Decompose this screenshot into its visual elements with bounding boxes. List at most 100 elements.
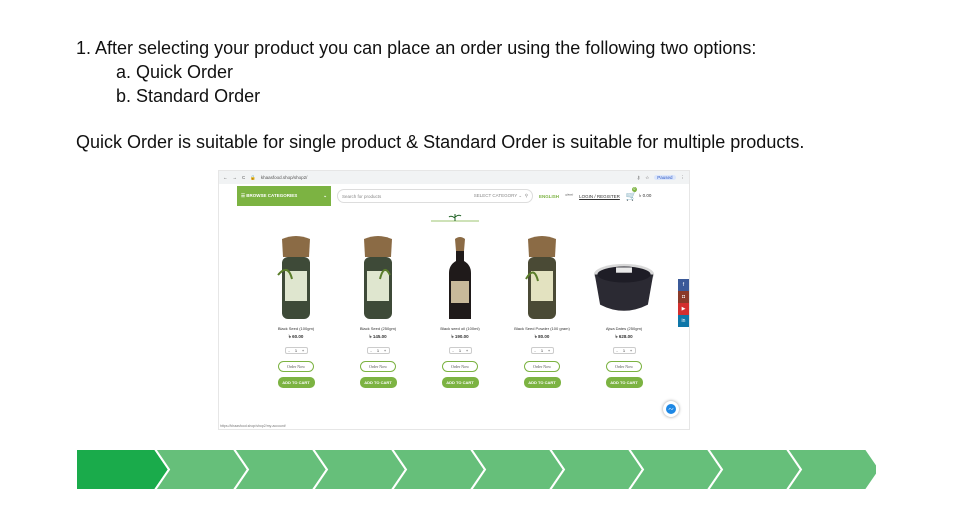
minus-icon[interactable]: -: [532, 348, 539, 353]
quantity-stepper[interactable]: -1 +: [530, 347, 554, 354]
plus-icon[interactable]: +: [628, 348, 635, 353]
select-category[interactable]: SELECT CATEGORY: [474, 193, 517, 198]
cart-count: 0: [631, 186, 637, 192]
option-quick-order: a. Quick Order: [116, 62, 234, 82]
search-placeholder: Search for products: [342, 193, 382, 199]
product-grid: Black Seed (100gm) ৳ 60.00 -1 + Order Now…: [265, 233, 655, 388]
quantity-value[interactable]: 1: [457, 348, 464, 353]
order-now-button[interactable]: Order Now: [442, 361, 478, 372]
order-now-button[interactable]: Order Now: [360, 361, 396, 372]
order-now-button[interactable]: Order Now: [524, 361, 560, 372]
add-to-cart-button[interactable]: ADD TO CART: [523, 377, 561, 388]
product-price: ৳ 60.00: [288, 334, 304, 339]
product-name[interactable]: Black Seed Powder (100 gram): [514, 326, 570, 331]
site-navbar: ☰ BROWSE CATEGORIES ⌄ Search for product…: [219, 186, 689, 206]
browse-label: BROWSE CATEGORIES: [246, 193, 298, 198]
dates-box-image[interactable]: [593, 233, 655, 321]
plus-icon[interactable]: +: [464, 348, 471, 353]
paused-badge[interactable]: Paused: [654, 175, 676, 180]
quantity-value[interactable]: 1: [375, 348, 382, 353]
back-icon[interactable]: ←: [223, 175, 228, 180]
lang-bangla[interactable]: বাংলা: [565, 193, 573, 199]
order-note: Quick Order is suitable for single produ…: [76, 132, 805, 152]
instruction-block: 1. After selecting your product you can …: [76, 36, 756, 108]
minus-icon[interactable]: -: [286, 348, 293, 353]
product-price: ৳ 190.00: [451, 334, 469, 339]
quantity-stepper[interactable]: -1 +: [612, 347, 636, 354]
website-screenshot: ← → C 🔒 khaasfood.shop/shop2/ ⚷ ☆ Paused…: [218, 170, 690, 430]
login-register-link[interactable]: LOGIN / REGISTER: [579, 194, 620, 199]
browse-categories-button[interactable]: ☰ BROWSE CATEGORIES ⌄: [237, 186, 331, 206]
forward-icon[interactable]: →: [233, 175, 238, 180]
star-icon[interactable]: ☆: [645, 175, 649, 181]
jar-image[interactable]: [511, 233, 573, 321]
cart-icon: 🛒: [625, 190, 638, 201]
product-card: Black seed oil (100ml) ৳ 190.00 -1 + Orde…: [429, 233, 491, 388]
progress-step: [232, 449, 329, 490]
progress-step: [469, 449, 566, 490]
product-name[interactable]: Black seed oil (100ml): [440, 326, 479, 331]
quantity-value[interactable]: 1: [539, 348, 546, 353]
quantity-stepper[interactable]: -1 +: [448, 347, 472, 354]
minus-icon[interactable]: -: [450, 348, 457, 353]
minus-icon[interactable]: -: [368, 348, 375, 353]
product-card: Ajwa Dates (250gm) ৳ 628.00 -1 + Order No…: [593, 233, 655, 388]
instagram-icon[interactable]: ◘: [678, 291, 689, 303]
facebook-icon[interactable]: f: [678, 279, 689, 291]
add-to-cart-button[interactable]: ADD TO CART: [277, 377, 315, 388]
status-bar-url: https://khaasfood.shop/shop2/my-account/: [220, 424, 286, 428]
progress-arrows: [76, 449, 876, 490]
add-to-cart-button[interactable]: ADD TO CART: [359, 377, 397, 388]
key-icon[interactable]: ⚷: [637, 175, 640, 181]
add-to-cart-button[interactable]: ADD TO CART: [441, 377, 479, 388]
lock-icon: 🔒: [250, 174, 256, 180]
product-name[interactable]: Black Seed (100gm): [278, 326, 314, 331]
product-name[interactable]: Black Seed (250gm): [360, 326, 396, 331]
product-card: Black Seed Powder (100 gram) ৳ 80.00 -1 +…: [511, 233, 573, 388]
search-input[interactable]: Search for products SELECT CATEGORY ⌄ ⚲: [337, 189, 533, 203]
product-price: ৳ 80.00: [534, 334, 550, 339]
option-standard-order: b. Standard Order: [116, 86, 261, 106]
progress-step: [548, 449, 645, 490]
logo-icon: [431, 214, 479, 222]
quantity-value[interactable]: 1: [621, 348, 628, 353]
cart-total: ৳ 0.00: [639, 192, 652, 198]
progress-step: [785, 449, 876, 490]
progress-step: [76, 449, 171, 490]
minus-icon[interactable]: -: [614, 348, 621, 353]
menu-icon[interactable]: ⋮: [681, 175, 686, 181]
search-icon[interactable]: ⚲: [525, 193, 528, 198]
youtube-icon[interactable]: ▶: [678, 303, 689, 315]
progress-step: [153, 449, 250, 490]
messenger-icon[interactable]: [663, 401, 679, 417]
cart-button[interactable]: 🛒 0 ৳ 0.00: [625, 186, 652, 202]
quantity-stepper[interactable]: -1 +: [366, 347, 390, 354]
address-bar[interactable]: khaasfood.shop/shop2/: [261, 175, 632, 180]
product-card: Black Seed (100gm) ৳ 60.00 -1 + Order Now…: [265, 233, 327, 388]
product-name[interactable]: Ajwa Dates (250gm): [606, 326, 642, 331]
plus-icon[interactable]: +: [300, 348, 307, 353]
plus-icon[interactable]: +: [382, 348, 389, 353]
chevron-down-icon: ⌄: [323, 193, 327, 198]
browser-toolbar: ← → C 🔒 khaasfood.shop/shop2/ ⚷ ☆ Paused…: [219, 171, 689, 184]
quantity-stepper[interactable]: -1 +: [284, 347, 308, 354]
progress-step: [627, 449, 724, 490]
jar-image[interactable]: [265, 233, 327, 321]
progress-step: [311, 449, 408, 490]
reload-icon[interactable]: C: [242, 175, 245, 180]
add-to-cart-button[interactable]: ADD TO CART: [605, 377, 643, 388]
progress-step: [390, 449, 487, 490]
instruction-line: 1. After selecting your product you can …: [76, 38, 757, 58]
order-now-button[interactable]: Order Now: [278, 361, 314, 372]
quantity-value[interactable]: 1: [293, 348, 300, 353]
product-price: ৳ 145.00: [369, 334, 387, 339]
product-price: ৳ 628.00: [615, 334, 633, 339]
order-now-button[interactable]: Order Now: [606, 361, 642, 372]
linkedin-icon[interactable]: in: [678, 315, 689, 327]
plus-icon[interactable]: +: [546, 348, 553, 353]
product-card: Black Seed (250gm) ৳ 145.00 -1 + Order No…: [347, 233, 409, 388]
bottle-image[interactable]: [429, 233, 491, 321]
lang-english[interactable]: ENGLISH: [539, 194, 559, 199]
jar-image[interactable]: [347, 233, 409, 321]
social-sidebar: f ◘ ▶ in: [678, 279, 689, 327]
